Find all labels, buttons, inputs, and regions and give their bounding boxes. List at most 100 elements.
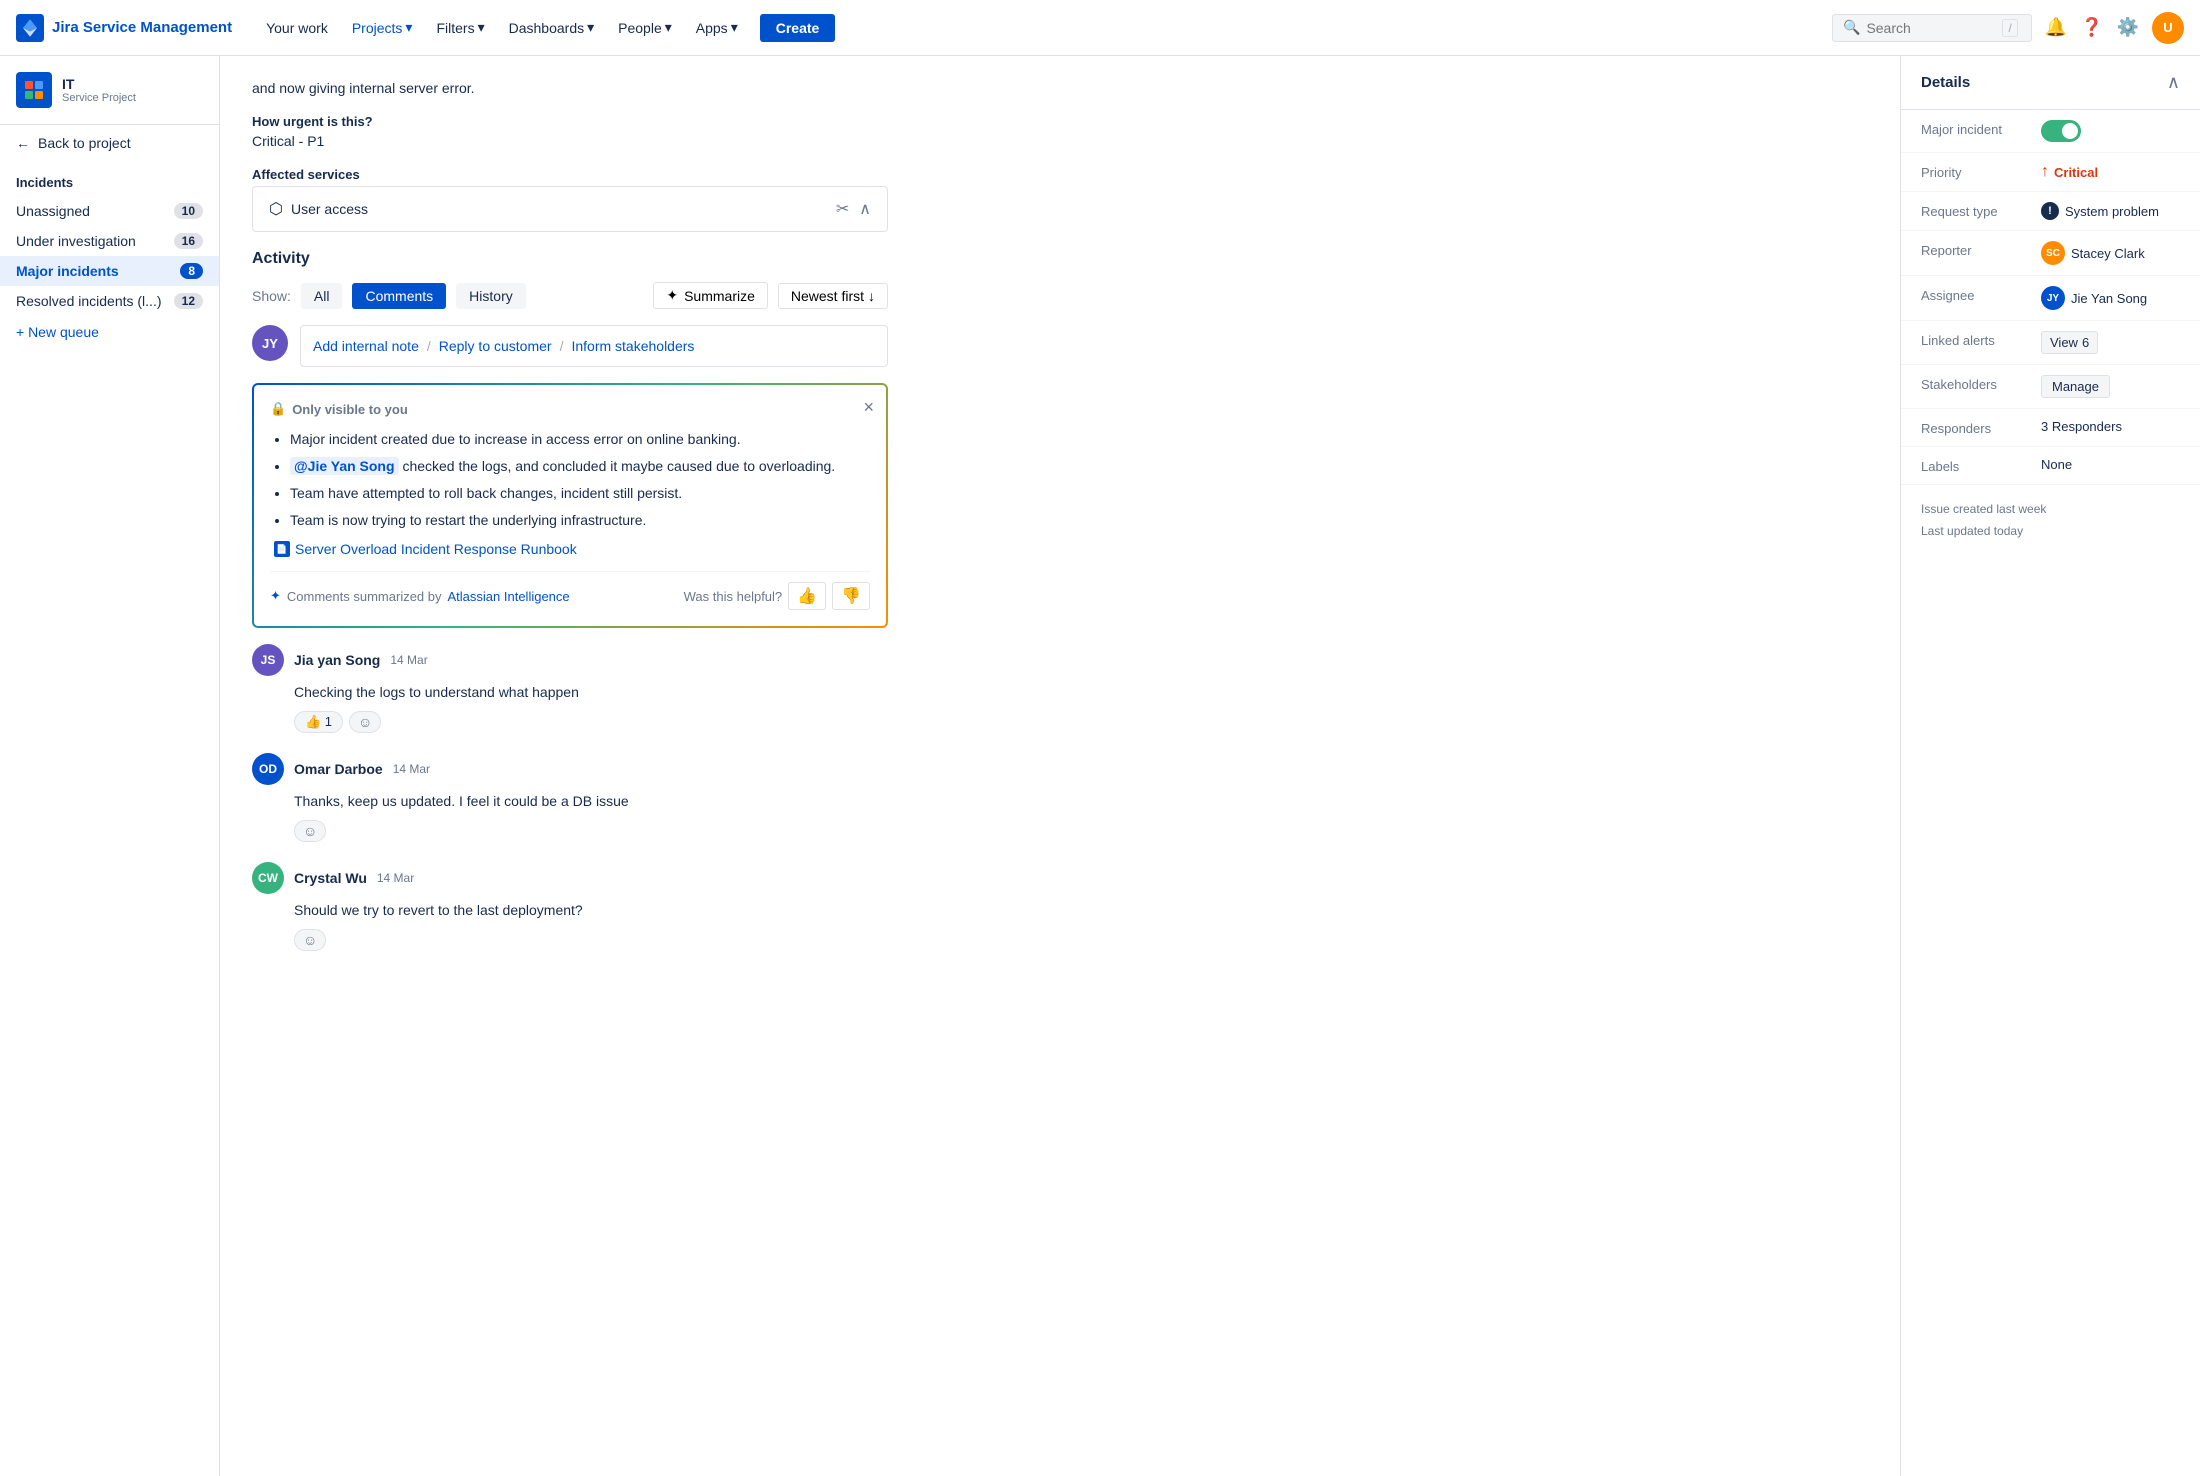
reaction-row: ☺ [294, 929, 888, 951]
affected-service-box: ⬡ User access ✂ ∧ [252, 186, 888, 232]
linked-alerts-value: View 6 [2041, 331, 2098, 354]
project-type: Service Project [62, 92, 136, 104]
main-content: and now giving internal server error. Ho… [220, 56, 1900, 1476]
responders-value[interactable]: 3 Responders [2041, 419, 2122, 434]
nav-your-work[interactable]: Your work [256, 14, 338, 42]
nav-dashboards[interactable]: Dashboards ▾ [499, 13, 605, 42]
comment-header: JS Jia yan Song 14 Mar [252, 644, 888, 676]
priority-icon: ↑ [2041, 163, 2049, 181]
comment-actions-row: Add internal note / Reply to customer / … [313, 338, 875, 354]
newest-first-button[interactable]: Newest first ↓ [778, 283, 888, 309]
doc-link[interactable]: 📄 Server Overload Incident Response Runb… [274, 541, 870, 557]
affected-services-section: Affected services ⬡ User access ✂ ∧ [252, 167, 888, 232]
topnav-links: Your work Projects ▾ Filters ▾ Dashboard… [256, 13, 1832, 42]
details-row-linked-alerts: Linked alerts View 6 [1901, 321, 2200, 365]
details-row-priority: Priority ↑ Critical [1901, 153, 2200, 192]
details-collapse-icon[interactable]: ∧ [2167, 72, 2180, 93]
add-reaction-button[interactable]: ☺ [294, 929, 326, 951]
comment-user-name: Jia yan Song [294, 652, 380, 668]
ai-summary-box: 🔒 Only visible to you × Major incident c… [252, 383, 888, 628]
search-input[interactable] [1866, 20, 1996, 36]
summarize-icon: ✦ [666, 287, 678, 304]
atlassian-intelligence-link[interactable]: Atlassian Intelligence [448, 589, 570, 604]
comment-avatar: OD [252, 753, 284, 785]
doc-icon: 📄 [274, 541, 290, 557]
affected-service-action-icon[interactable]: ✂ [836, 199, 849, 219]
nav-apps[interactable]: Apps ▾ [686, 13, 748, 42]
filter-comments[interactable]: Comments [352, 283, 446, 309]
sidebar-item-unassigned[interactable]: Unassigned 10 [0, 196, 219, 226]
app-name: Jira Service Management [52, 19, 232, 36]
reporter-value[interactable]: SC Stacey Clark [2041, 241, 2145, 265]
manage-stakeholders-button[interactable]: Manage [2041, 375, 2110, 398]
details-title: Details [1921, 74, 1970, 91]
details-row-reporter: Reporter SC Stacey Clark [1901, 231, 2200, 276]
comment-box[interactable]: Add internal note / Reply to customer / … [300, 325, 888, 367]
details-row-request-type: Request type ! System problem [1901, 192, 2200, 231]
sidebar-section-title: Incidents [0, 161, 219, 196]
comment-header: OD Omar Darboe 14 Mar [252, 753, 888, 785]
major-incident-toggle[interactable] [2041, 120, 2081, 142]
search-icon: 🔍 [1843, 19, 1860, 36]
comment-date: 14 Mar [393, 762, 430, 776]
nav-people[interactable]: People ▾ [608, 13, 682, 42]
filter-all[interactable]: All [301, 283, 343, 309]
sep1: / [427, 338, 431, 354]
sidebar-item-under-investigation[interactable]: Under investigation 16 [0, 226, 219, 256]
comment-item: OD Omar Darboe 14 Mar Thanks, keep us up… [252, 753, 888, 842]
request-type-value[interactable]: ! System problem [2041, 202, 2159, 220]
priority-value[interactable]: ↑ Critical [2041, 163, 2098, 181]
project-icon [16, 72, 52, 108]
details-meta: Issue created last week Last updated tod… [1901, 485, 2200, 556]
ai-credit: ✦ Comments summarized by Atlassian Intel… [270, 588, 570, 604]
add-reaction-button[interactable]: ☺ [349, 711, 381, 733]
labels-value[interactable]: None [2041, 457, 2072, 472]
create-button[interactable]: Create [760, 14, 836, 42]
comment-input-area: JY Add internal note / Reply to customer… [252, 325, 888, 367]
search-box[interactable]: 🔍 / [1832, 14, 2032, 42]
help-icon[interactable]: ❓ [2080, 16, 2104, 40]
add-reaction-button[interactable]: ☺ [294, 820, 326, 842]
user-avatar[interactable]: U [2152, 12, 2184, 44]
details-row-stakeholders: Stakeholders Manage [1901, 365, 2200, 409]
summary-close-button[interactable]: × [863, 397, 874, 418]
linked-alerts-view-badge[interactable]: View 6 [2041, 331, 2098, 354]
visibility-note: 🔒 Only visible to you [270, 401, 870, 417]
reaction-row: 👍 1 ☺ [294, 711, 888, 733]
summary-list: Major incident created due to increase i… [270, 429, 870, 531]
nav-projects[interactable]: Projects ▾ [342, 13, 423, 42]
settings-icon[interactable]: ⚙️ [2116, 16, 2140, 40]
topnav-right: 🔍 / 🔔 ❓ ⚙️ U [1832, 12, 2184, 44]
assignee-avatar: JY [2041, 286, 2065, 310]
affected-service-collapse-icon[interactable]: ∧ [859, 199, 871, 219]
sidebar-item-major-incidents[interactable]: Major incidents 8 [0, 256, 219, 286]
new-queue-button[interactable]: + New queue [0, 316, 219, 348]
summarize-button[interactable]: ✦ Summarize [653, 282, 768, 309]
filter-history[interactable]: History [456, 283, 526, 309]
app-layout: IT Service Project ← Back to project Inc… [0, 56, 2200, 1476]
reply-to-customer-link[interactable]: Reply to customer [439, 338, 552, 354]
details-row-labels: Labels None [1901, 447, 2200, 485]
reaction-pill[interactable]: 👍 1 [294, 711, 343, 733]
thumbs-down-button[interactable]: 👎 [832, 582, 870, 610]
comment-content: Checking the logs to understand what hap… [294, 682, 888, 703]
details-header: Details ∧ [1901, 56, 2200, 110]
thumbs-up-button[interactable]: 👍 [788, 582, 826, 610]
comment-item: CW Crystal Wu 14 Mar Should we try to re… [252, 862, 888, 951]
comment-avatar: JS [252, 644, 284, 676]
back-to-project[interactable]: ← Back to project [0, 125, 219, 161]
assignee-value[interactable]: JY Jie Yan Song [2041, 286, 2147, 310]
service-icon: ⬡ [269, 199, 283, 219]
app-logo[interactable]: Jira Service Management [16, 14, 232, 42]
inform-stakeholders-link[interactable]: Inform stakeholders [571, 338, 694, 354]
sidebar-item-resolved-incidents[interactable]: Resolved incidents (l...) 12 [0, 286, 219, 316]
urgency-section: How urgent is this? Critical - P1 [252, 114, 888, 149]
activity-section: Activity Show: All Comments History ✦ Su… [252, 250, 888, 951]
details-row-assignee: Assignee JY Jie Yan Song [1901, 276, 2200, 321]
comment-item: JS Jia yan Song 14 Mar Checking the logs… [252, 644, 888, 733]
notifications-icon[interactable]: 🔔 [2044, 16, 2068, 40]
sort-icon: ↓ [868, 288, 875, 304]
details-panel: Details ∧ Major incident Priority ↑ Crit… [1900, 56, 2200, 1476]
nav-filters[interactable]: Filters ▾ [426, 13, 494, 42]
add-internal-note-link[interactable]: Add internal note [313, 338, 419, 354]
